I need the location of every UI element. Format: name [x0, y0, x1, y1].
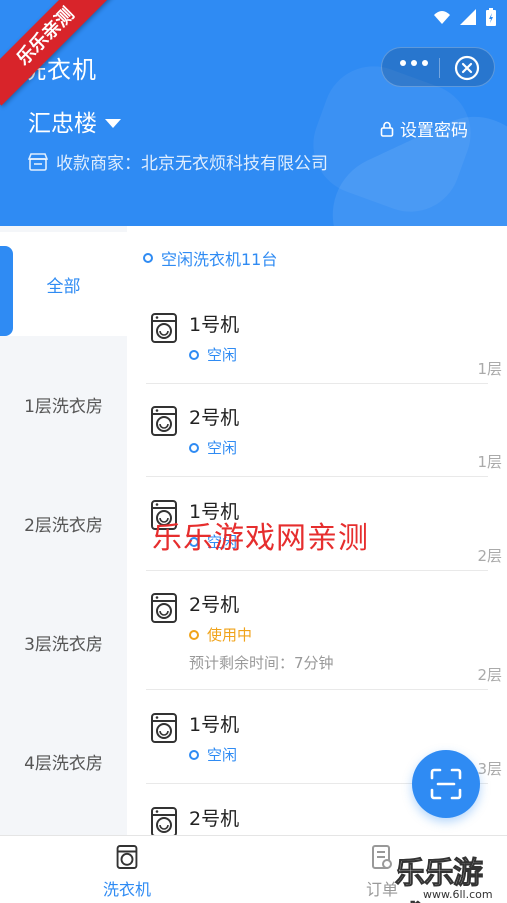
machine-floor: 2层 — [477, 666, 502, 684]
washing-machine-icon — [151, 313, 177, 343]
sidebar-item-floor-4[interactable]: 4层洗衣房 — [0, 709, 127, 813]
sidebar-item-floor-3[interactable]: 3层洗衣房 — [0, 590, 127, 694]
app-screen: 洗衣机 汇忠楼 设置密码 收款商家：北京无衣烦科技有限公司 全部 1层洗衣房 2… — [0, 0, 507, 903]
machine-status-text: 空闲 — [207, 746, 238, 764]
machine-item[interactable]: 2号机 空闲 1层 — [146, 391, 502, 477]
miniapp-capsule — [381, 47, 495, 87]
watermark-corner: 乐乐游戏 www.6ll.com — [393, 848, 507, 903]
close-icon[interactable] — [454, 55, 480, 81]
status-dot-icon — [189, 629, 199, 640]
set-password-label: 设置密码 — [400, 121, 468, 141]
machine-status: 使用中 — [189, 624, 252, 645]
status-dot-icon — [143, 253, 153, 263]
scan-button[interactable] — [412, 750, 480, 818]
battery-icon — [486, 8, 496, 26]
sidebar-item-all[interactable]: 全部 — [0, 232, 127, 336]
machine-status: 空闲 — [189, 437, 237, 458]
capsule-divider — [439, 58, 440, 78]
sidebar-item-floor-2[interactable]: 2层洗衣房 — [0, 471, 127, 575]
watermark-corner-url: www.6ll.com — [423, 888, 493, 901]
idle-summary-text: 空闲洗衣机11台 — [161, 250, 278, 269]
signal-icon — [434, 11, 450, 24]
sidebar-item-label: 2层洗衣房 — [24, 515, 103, 536]
sidebar-item-label: 全部 — [46, 276, 81, 297]
building-selector[interactable]: 汇忠楼 — [28, 104, 121, 138]
header: 洗衣机 汇忠楼 设置密码 收款商家：北京无衣烦科技有限公司 — [0, 34, 507, 226]
cellular-icon — [460, 9, 476, 25]
set-password-button[interactable]: 设置密码 — [380, 116, 468, 141]
tab-washer[interactable]: 洗衣机 — [57, 844, 197, 900]
machine-name: 2号机 — [189, 407, 240, 429]
merchant-text: 收款商家：北京无衣烦科技有限公司 — [56, 154, 328, 174]
remaining-time: 预计剩余时间：7分钟 — [189, 654, 334, 672]
machine-status: 空闲 — [189, 344, 237, 365]
machine-status: 空闲 — [189, 744, 237, 765]
status-dot-icon — [189, 442, 199, 453]
store-icon — [28, 152, 48, 171]
machine-item[interactable]: 1号机 空闲 1层 — [146, 298, 502, 384]
sidebar-item-label: 1层洗衣房 — [24, 396, 103, 417]
tab-washer-label: 洗衣机 — [102, 880, 151, 899]
machine-floor: 3层 — [477, 760, 502, 778]
merchant-info: 收款商家：北京无衣烦科技有限公司 — [28, 149, 328, 174]
building-name: 汇忠楼 — [28, 111, 97, 137]
machine-name: 1号机 — [189, 714, 240, 736]
sidebar-item-floor-1[interactable]: 1层洗衣房 — [0, 352, 127, 456]
machine-status-text: 空闲 — [207, 346, 238, 364]
more-icon[interactable] — [400, 60, 428, 66]
machine-status-text: 空闲 — [207, 439, 238, 457]
machine-floor: 1层 — [477, 453, 502, 471]
caret-down-icon — [105, 118, 121, 128]
machine-name: 1号机 — [189, 314, 240, 336]
washing-machine-icon — [116, 845, 138, 869]
machine-floor: 2层 — [477, 547, 502, 565]
washing-machine-icon — [151, 807, 177, 835]
idle-summary: 空闲洗衣机11台 — [143, 246, 277, 270]
sidebar-item-label: 4层洗衣房 — [24, 753, 103, 774]
watermark-center: 乐乐游戏网亲测 — [152, 521, 369, 556]
status-dot-icon — [189, 349, 199, 360]
washing-machine-icon — [151, 713, 177, 743]
machine-name: 2号机 — [189, 594, 240, 616]
orders-icon — [372, 845, 392, 869]
machine-status-text: 使用中 — [207, 626, 253, 644]
status-dot-icon — [189, 749, 199, 760]
machine-name: 2号机 — [189, 808, 240, 830]
machine-item[interactable]: 2号机 使用中 预计剩余时间：7分钟 2层 — [146, 578, 502, 690]
machine-floor: 1层 — [477, 360, 502, 378]
sidebar-item-label: 3层洗衣房 — [24, 634, 103, 655]
washing-machine-icon — [151, 593, 177, 623]
washing-machine-icon — [151, 406, 177, 436]
scan-icon — [430, 768, 462, 800]
lock-icon — [380, 121, 394, 137]
active-indicator — [0, 246, 13, 336]
floor-sidebar: 全部 1层洗衣房 2层洗衣房 3层洗衣房 4层洗衣房 — [0, 226, 127, 835]
